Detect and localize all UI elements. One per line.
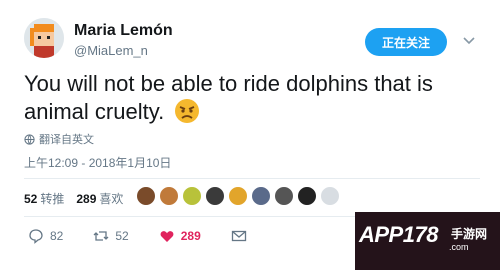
liker-avatar[interactable] — [320, 186, 340, 206]
avatar[interactable] — [24, 18, 64, 58]
retweet-stat[interactable]: 52 转推 — [24, 190, 64, 207]
translate-link[interactable]: 翻译自英文 — [24, 131, 94, 147]
reply-icon — [29, 229, 43, 244]
liker-avatar[interactable] — [251, 186, 271, 206]
following-button[interactable]: 正在关注 — [365, 28, 447, 56]
liker-avatar[interactable] — [205, 186, 225, 206]
tweet-actions: 82 52 289 — [28, 228, 277, 244]
liker-avatar[interactable] — [182, 186, 202, 206]
mail-icon — [231, 230, 246, 242]
tweet-stats: 52 转推 289 喜欢 — [24, 190, 123, 207]
tweet-body: You will not be able to ride dolphins th… — [24, 70, 484, 126]
retweet-count: 52 — [24, 192, 38, 206]
like-stat[interactable]: 289 喜欢 — [76, 190, 123, 207]
like-button[interactable]: 289 — [159, 228, 201, 244]
chevron-down-icon[interactable] — [462, 34, 476, 48]
tweet-text: You will not be able to ride dolphins th… — [24, 71, 433, 124]
heart-icon — [160, 231, 174, 242]
liker-avatar[interactable] — [228, 186, 248, 206]
retweet-action-count: 52 — [115, 229, 129, 243]
liker-avatar[interactable] — [136, 186, 156, 206]
liker-avatar[interactable] — [159, 186, 179, 206]
like-count: 289 — [76, 192, 97, 206]
divider — [24, 178, 480, 179]
avatar-image — [24, 18, 64, 58]
angry-face-icon — [174, 98, 200, 124]
globe-icon — [24, 133, 35, 145]
reply-count: 82 — [50, 229, 64, 243]
like-stat-label: 喜欢 — [99, 192, 124, 206]
tweet-timestamp[interactable]: 上午12:09 - 2018年1月10日 — [24, 154, 171, 171]
translate-label[interactable]: 翻译自英文 — [39, 131, 94, 147]
direct-message-button[interactable] — [231, 228, 247, 244]
likers-avatars — [136, 186, 340, 206]
reply-button[interactable]: 82 — [28, 228, 63, 244]
site-watermark: APP178 手游网 .com — [355, 212, 500, 270]
watermark-brand: APP178 — [359, 222, 438, 247]
retweet-button[interactable]: 52 — [93, 228, 129, 244]
user-name[interactable]: Maria Lemón — [74, 22, 173, 40]
liker-avatar[interactable] — [274, 186, 294, 206]
retweet-icon — [93, 231, 109, 241]
like-action-count: 289 — [180, 229, 201, 243]
watermark-sub: 手游网 — [451, 227, 488, 241]
watermark-domain: .com — [449, 242, 469, 252]
retweet-stat-label: 转推 — [40, 192, 65, 206]
liker-avatar[interactable] — [297, 186, 317, 206]
user-handle[interactable]: @MiaLem_n — [74, 43, 148, 58]
